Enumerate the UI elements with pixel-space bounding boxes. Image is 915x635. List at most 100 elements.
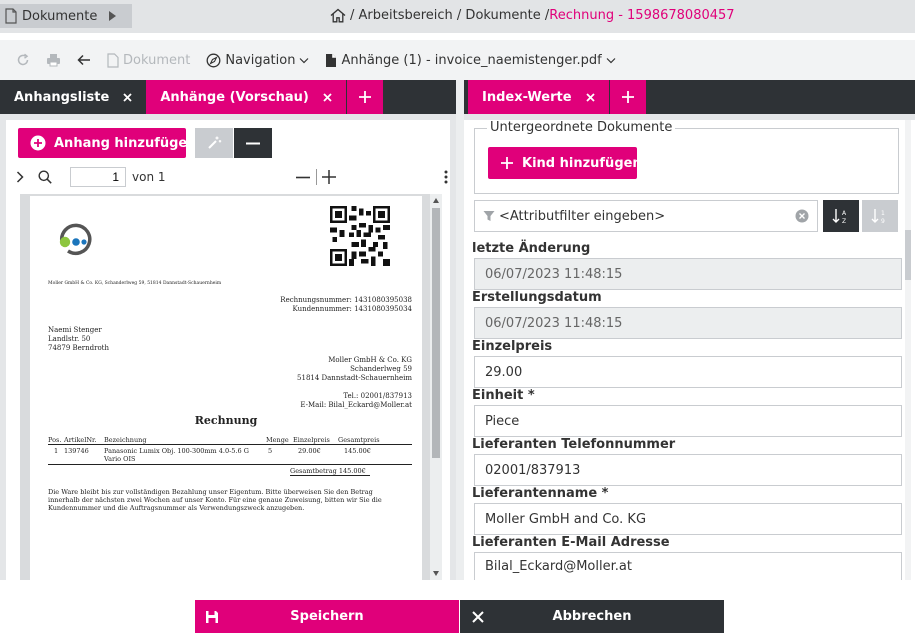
supplier-name-field[interactable]: Moller GmbH and Co. KG xyxy=(474,503,902,535)
plus-icon xyxy=(621,90,635,104)
company-address: Moller GmbH & Co. KG Schanderlweg 59 518… xyxy=(297,356,412,410)
add-tab-button[interactable] xyxy=(346,80,383,114)
pane-splitter[interactable] xyxy=(456,80,464,580)
row-quantity: 5 xyxy=(268,447,273,455)
index-values-pane: Index-Werte Untergeordnete Dokumente Kin… xyxy=(464,80,915,580)
file-icon xyxy=(325,53,337,68)
unit-field[interactable]: Piece xyxy=(474,405,902,437)
customer-number: Kundennummer: 1431080395034 xyxy=(292,305,413,313)
home-icon[interactable] xyxy=(330,8,346,23)
tab-attachment-list[interactable]: Anhangsliste xyxy=(0,80,147,114)
scroll-down-icon[interactable] xyxy=(433,571,439,576)
supplier-email-field[interactable]: Bilal_Eckard@Moller.at xyxy=(474,552,902,580)
unit-price-field[interactable]: 29.00 xyxy=(474,356,902,388)
index-values-scrollbar-thumb[interactable] xyxy=(905,230,911,280)
print-button[interactable] xyxy=(46,53,61,67)
index-values-body: Untergeordnete Dokumente Kind hinzufügen… xyxy=(464,120,915,580)
back-button[interactable] xyxy=(77,54,91,66)
zoom-out-icon[interactable] xyxy=(295,176,310,179)
sort-numeric-button[interactable]: 19 xyxy=(862,200,898,232)
chevron-right-icon[interactable] xyxy=(16,171,24,183)
close-icon[interactable] xyxy=(585,92,595,102)
save-label: Speichern xyxy=(290,609,364,624)
tab-attachment-preview[interactable]: Anhänge (Vorschau) xyxy=(146,80,346,114)
action-bar: Speichern Abbrechen xyxy=(0,580,915,635)
pdf-viewer-controls: von 1 xyxy=(6,164,450,190)
col-pos: Pos. xyxy=(48,436,62,444)
breadcrumb-current: Rechnung - 1598678080457 xyxy=(549,8,735,23)
svg-text:A: A xyxy=(842,210,847,217)
company-logo xyxy=(56,220,96,260)
footer-line-1: Die Ware bleibt bis zur vollständigen Be… xyxy=(48,488,373,496)
add-child-button[interactable]: Kind hinzufügen xyxy=(488,147,642,179)
documents-toggle-label: Dokumente xyxy=(22,8,98,24)
page-number-input[interactable] xyxy=(70,167,126,187)
cancel-label: Abbrechen xyxy=(552,609,632,624)
pdf-preview[interactable]: Moller GmbH & Co. KG, Schanderlweg 59, 5… xyxy=(20,194,430,580)
invoice-footer: Die Ware bleibt bis zur vollständigen Be… xyxy=(48,488,412,512)
svg-text:Z: Z xyxy=(842,218,846,224)
plus-icon xyxy=(358,90,372,104)
cancel-button[interactable]: Abbrechen xyxy=(460,600,724,633)
breadcrumb-path[interactable]: / Arbeitsbereich / Dokumente / xyxy=(350,8,549,23)
search-icon[interactable] xyxy=(38,170,52,184)
attachments-pane: Anhangsliste Anhänge (Vorschau) Anhang h… xyxy=(0,80,456,580)
company-street: Schanderlweg 59 xyxy=(350,365,412,373)
plus-circle-icon xyxy=(30,135,46,151)
navigation-menu[interactable]: Navigation xyxy=(206,53,309,68)
supplier-phone-field[interactable]: 02001/837913 xyxy=(474,454,902,486)
clear-icon[interactable] xyxy=(795,209,809,223)
row-article: 139746 xyxy=(64,447,89,455)
pdf-scrollbar[interactable] xyxy=(430,194,442,580)
sort-alpha-button[interactable]: AZ xyxy=(823,200,859,232)
filter-icon xyxy=(483,210,495,222)
row-description-1: Panasonic Lumix Obj. 100-300mm 4.0-5.6 G xyxy=(104,447,249,455)
index-values-scrollbar[interactable] xyxy=(905,120,911,580)
field-label-supplier-name: Lieferantenname * xyxy=(472,486,609,501)
right-tabbar: Index-Werte xyxy=(464,80,915,114)
add-attachment-label: Anhang hinzufügen xyxy=(54,135,197,151)
scroll-up-icon[interactable] xyxy=(433,198,439,203)
tab-attachment-list-label: Anhangsliste xyxy=(14,89,110,105)
more-vertical-icon[interactable] xyxy=(444,170,448,184)
tab-index-values[interactable]: Index-Werte xyxy=(468,80,609,114)
pdf-page: Moller GmbH & Co. KG, Schanderlweg 59, 5… xyxy=(30,196,422,580)
left-tabbar: Anhangsliste Anhänge (Vorschau) xyxy=(0,80,456,114)
tab-index-values-label: Index-Werte xyxy=(482,89,572,105)
document-menu[interactable]: Dokument xyxy=(107,53,190,68)
zoom-divider xyxy=(315,169,317,185)
close-icon[interactable] xyxy=(123,92,132,102)
attribute-filter[interactable]: <Attributfilter eingeben> xyxy=(474,200,818,232)
save-button[interactable]: Speichern xyxy=(195,600,459,633)
reload-button[interactable] xyxy=(16,53,30,67)
recipient-city: 74879 Berndroth xyxy=(48,344,109,352)
close-icon[interactable] xyxy=(323,92,332,102)
add-attachment-button[interactable]: Anhang hinzufügen xyxy=(18,128,197,158)
row-total: 145.00€ xyxy=(344,447,371,455)
attachments-menu[interactable]: Anhänge (1) - invoice_naemistenger.pdf xyxy=(325,53,616,68)
child-documents-group: Untergeordnete Dokumente Kind hinzufügen xyxy=(474,120,899,194)
qr-code-image xyxy=(330,206,390,266)
breadcrumb: / Arbeitsbereich / Dokumente / Rechnung … xyxy=(330,8,735,23)
add-tab-button[interactable] xyxy=(609,80,646,114)
pdf-scrollbar-thumb[interactable] xyxy=(432,208,440,458)
compass-icon xyxy=(206,53,221,68)
row-description-2: Vario OIS xyxy=(104,455,136,463)
zoom-in-icon[interactable] xyxy=(321,170,336,184)
footer-line-3: Kundennummer und die Auftragsnummer als … xyxy=(48,504,305,512)
collapse-button[interactable] xyxy=(234,128,272,158)
field-label-unit-price: Einzelpreis xyxy=(472,339,553,354)
created-date-field[interactable]: 06/07/2023 11:48:15 xyxy=(474,307,902,339)
breadcrumb-bar: Dokumente / Arbeitsbereich / Dokumente /… xyxy=(0,0,915,33)
magic-wand-button[interactable] xyxy=(195,128,233,158)
documents-toggle[interactable]: Dokumente xyxy=(0,4,132,28)
toolbar: Dokument Navigation Anhänge (1) - invoic… xyxy=(0,40,915,80)
col-unit-price: Einzelpreis xyxy=(293,436,330,444)
footer-line-2: innerhalb der nächsten zwei Wochen auf u… xyxy=(48,496,382,504)
sort-numeric-icon: 19 xyxy=(871,208,889,224)
company-city: 51814 Dannstadt-Schauernheim xyxy=(297,374,412,382)
document-icon xyxy=(107,52,119,68)
last-modified-field[interactable]: 06/07/2023 11:48:15 xyxy=(474,258,902,290)
svg-text:9: 9 xyxy=(881,218,885,224)
recipient-street: Landlstr. 50 xyxy=(48,335,91,343)
